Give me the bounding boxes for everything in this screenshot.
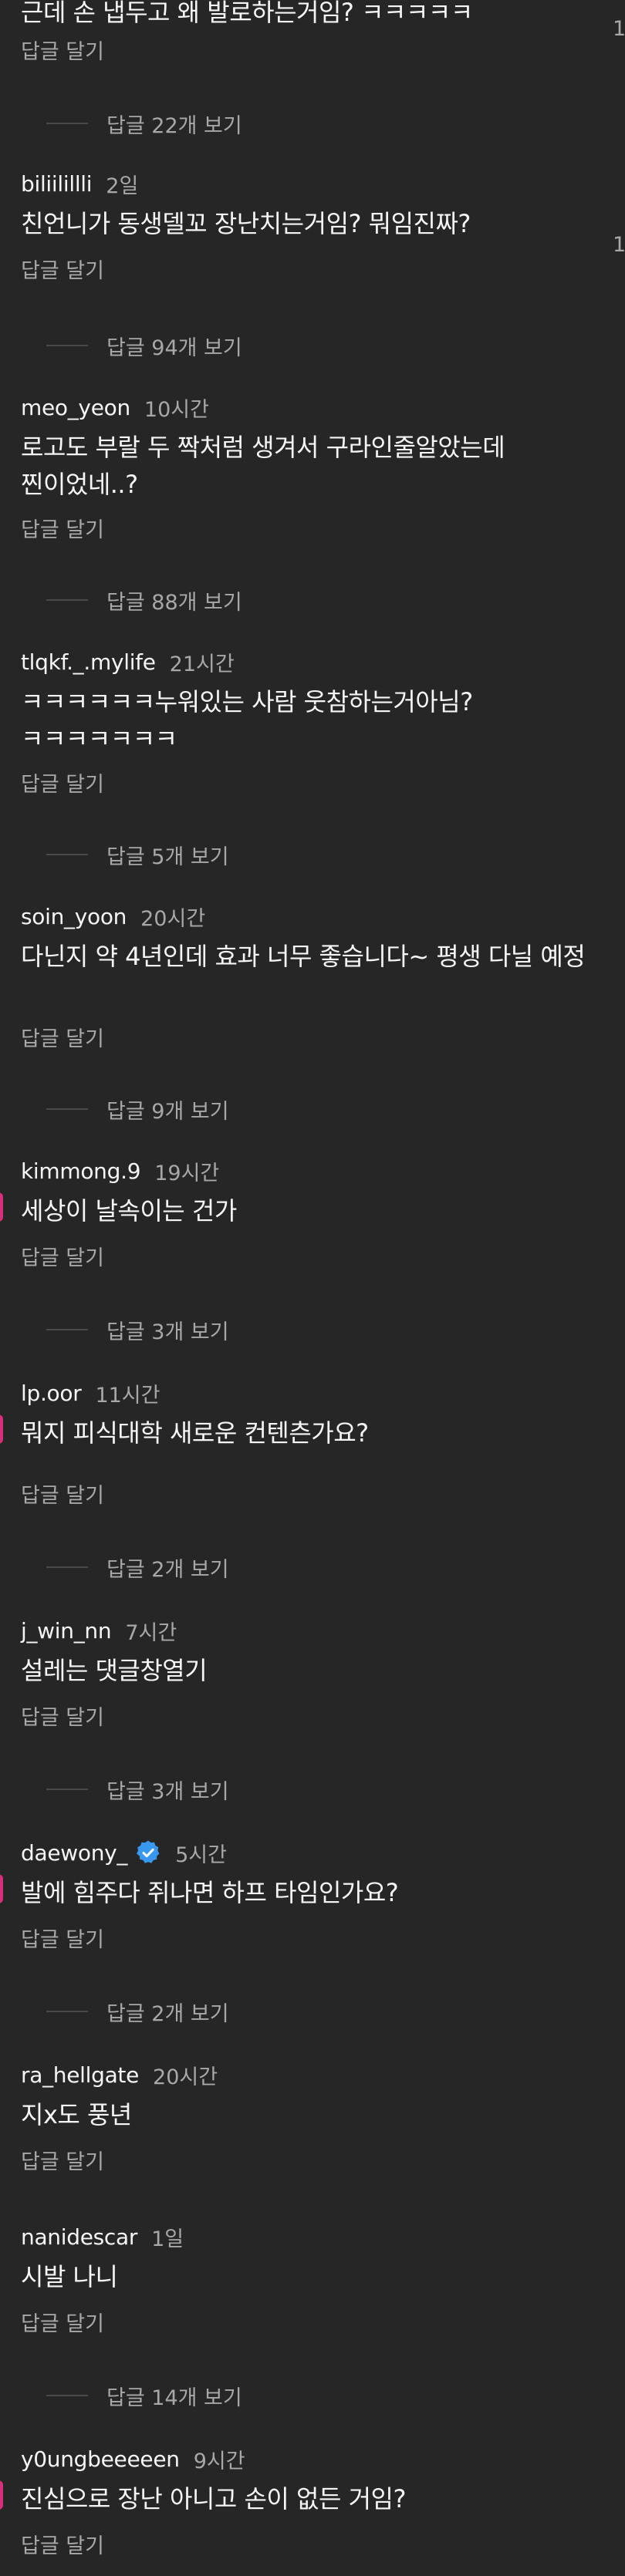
comment-text: 시발 나니 (21, 2262, 118, 2291)
timestamp: 7시간 (125, 1620, 177, 1645)
comment-meta: biliilillli 2일 (21, 168, 138, 199)
timestamp: 20시간 (153, 2065, 218, 2089)
divider-line (46, 345, 88, 346)
view-replies-label: 답글 22개 보기 (106, 113, 242, 138)
comment-text: 설레는 댓글창열기 (21, 1656, 208, 1685)
view-replies-button[interactable]: 답글 2개 보기 (46, 1552, 229, 1583)
comment-meta: tlqkf._.mylife 21시간 (21, 646, 235, 677)
view-replies-button[interactable]: 답글 14개 보기 (46, 2380, 242, 2411)
reply-button[interactable]: 답글 달기 (21, 1024, 104, 1055)
view-replies-button[interactable]: 답글 3개 보기 (46, 1314, 229, 1345)
view-replies-label: 답글 14개 보기 (106, 2385, 242, 2410)
like-count: 1 (613, 233, 625, 257)
view-replies-label: 답글 3개 보기 (106, 1320, 229, 1344)
comment-text: 로고도 부랄 두 짝처럼 생겨서 구라인줄알았는데 찐이었네..? (21, 433, 505, 499)
comment-meta: j_win_nn 7시간 (21, 1615, 177, 1646)
timestamp: 9시간 (193, 2449, 245, 2473)
username-link[interactable]: nanidescar (21, 2224, 137, 2250)
timestamp: 2일 (106, 174, 139, 198)
timestamp: 1일 (151, 2227, 184, 2251)
comment-text: 진심으로 장난 아니고 손이 없든 거임? (21, 2484, 406, 2514)
comment-meta: soin_yoon 20시간 (21, 901, 205, 932)
view-replies-label: 답글 5개 보기 (106, 845, 229, 869)
comment-meta: kimmong.9 19시간 (21, 1155, 219, 1186)
username-link[interactable]: kimmong.9 (21, 1158, 141, 1184)
view-replies-button[interactable]: 답글 94개 보기 (46, 330, 242, 361)
timestamp: 21시간 (169, 652, 235, 676)
comment-text: 다닌지 약 4년인데 효과 너무 좋습니다~ 평생 다닐 예정 (21, 942, 586, 971)
timestamp: 11시간 (95, 1383, 160, 1408)
view-replies-button[interactable]: 답글 3개 보기 (46, 1774, 229, 1805)
like-count: 1 (613, 17, 625, 41)
divider-line (46, 1108, 88, 1110)
username-link[interactable]: y0ungbeeeeen (21, 2446, 180, 2472)
story-ring-mark (0, 1874, 3, 1903)
comment-text: 근데 손 냅두고 왜 발로하는거임? ㅋㅋㅋㅋㅋ (21, 0, 473, 27)
divider-line (46, 2395, 88, 2396)
username-link[interactable]: daewony_ (21, 1840, 127, 1866)
reply-button[interactable]: 답글 달기 (21, 1243, 104, 1274)
timestamp: 5시간 (175, 1843, 227, 1867)
comment-meta: meo_yeon 10시간 (21, 392, 209, 423)
timestamp: 19시간 (154, 1161, 220, 1185)
story-ring-mark (0, 1192, 3, 1222)
comment-text: 뭐지 피식대학 새로운 컨텐츤가요? (21, 1418, 369, 1448)
divider-line (46, 123, 88, 124)
verified-badge-icon (135, 1839, 161, 1866)
divider-line (46, 2011, 88, 2012)
username-link[interactable]: soin_yoon (21, 904, 127, 929)
reply-button[interactable]: 답글 달기 (21, 256, 104, 287)
reply-button[interactable]: 답글 달기 (21, 770, 104, 801)
username-link[interactable]: j_win_nn (21, 1618, 112, 1644)
reply-button[interactable]: 답글 달기 (21, 37, 104, 68)
timestamp: 10시간 (144, 397, 209, 422)
view-replies-button[interactable]: 답글 22개 보기 (46, 108, 242, 139)
reply-button[interactable]: 답글 달기 (21, 2147, 104, 2178)
reply-button[interactable]: 답글 달기 (21, 1703, 104, 1734)
divider-line (46, 854, 88, 855)
comment-text: 발에 힘주다 쥐나면 하프 타임인가요? (21, 1878, 399, 1907)
divider-line (46, 599, 88, 601)
comment-meta: lp.oor 11시간 (21, 1377, 160, 1408)
comment-meta: nanidescar 1일 (21, 2221, 184, 2252)
view-replies-button[interactable]: 답글 5개 보기 (46, 839, 229, 870)
comment-meta: daewony_ 5시간 (21, 1837, 227, 1868)
view-replies-label: 답글 2개 보기 (106, 1557, 229, 1582)
view-replies-button[interactable]: 답글 88개 보기 (46, 585, 242, 615)
view-replies-label: 답글 3개 보기 (106, 1779, 229, 1804)
username-link[interactable]: meo_yeon (21, 395, 130, 420)
view-replies-label: 답글 9개 보기 (106, 1099, 229, 1124)
reply-button[interactable]: 답글 달기 (21, 1925, 104, 1956)
divider-line (46, 1329, 88, 1330)
username-link[interactable]: biliilillli (21, 171, 93, 197)
reply-button[interactable]: 답글 달기 (21, 2531, 104, 2562)
story-ring-mark (0, 2480, 3, 2510)
view-replies-button[interactable]: 답글 2개 보기 (46, 1996, 229, 2027)
reply-button[interactable]: 답글 달기 (21, 515, 104, 546)
comment-meta: y0ungbeeeeen 9시간 (21, 2443, 245, 2474)
timestamp: 20시간 (140, 906, 206, 931)
comment-text: ㅋㅋㅋㅋㅋㅋ누워있는 사람 웃참하는거아님?ㅋㅋㅋㅋㅋㅋㅋ (21, 687, 473, 754)
comment-text: 세상이 날속이는 건가 (21, 1196, 237, 1226)
view-replies-label: 답글 2개 보기 (106, 2001, 229, 2026)
view-replies-label: 답글 94개 보기 (106, 335, 242, 360)
comment-meta: ra_hellgate 20시간 (21, 2059, 218, 2090)
reply-button[interactable]: 답글 달기 (21, 1481, 104, 1512)
divider-line (46, 1789, 88, 1790)
comment-text: 지x도 풍년 (21, 2100, 132, 2129)
username-link[interactable]: tlqkf._.mylife (21, 649, 156, 675)
reply-button[interactable]: 답글 달기 (21, 2309, 104, 2340)
username-link[interactable]: ra_hellgate (21, 2062, 139, 2088)
comment-text: 친언니가 동생델꼬 장난치는거임? 뭐임진짜? (21, 209, 471, 238)
view-replies-label: 답글 88개 보기 (106, 590, 242, 615)
story-ring-mark (0, 1414, 3, 1444)
view-replies-button[interactable]: 답글 9개 보기 (46, 1094, 229, 1124)
username-link[interactable]: lp.oor (21, 1381, 82, 1406)
divider-line (46, 1566, 88, 1568)
